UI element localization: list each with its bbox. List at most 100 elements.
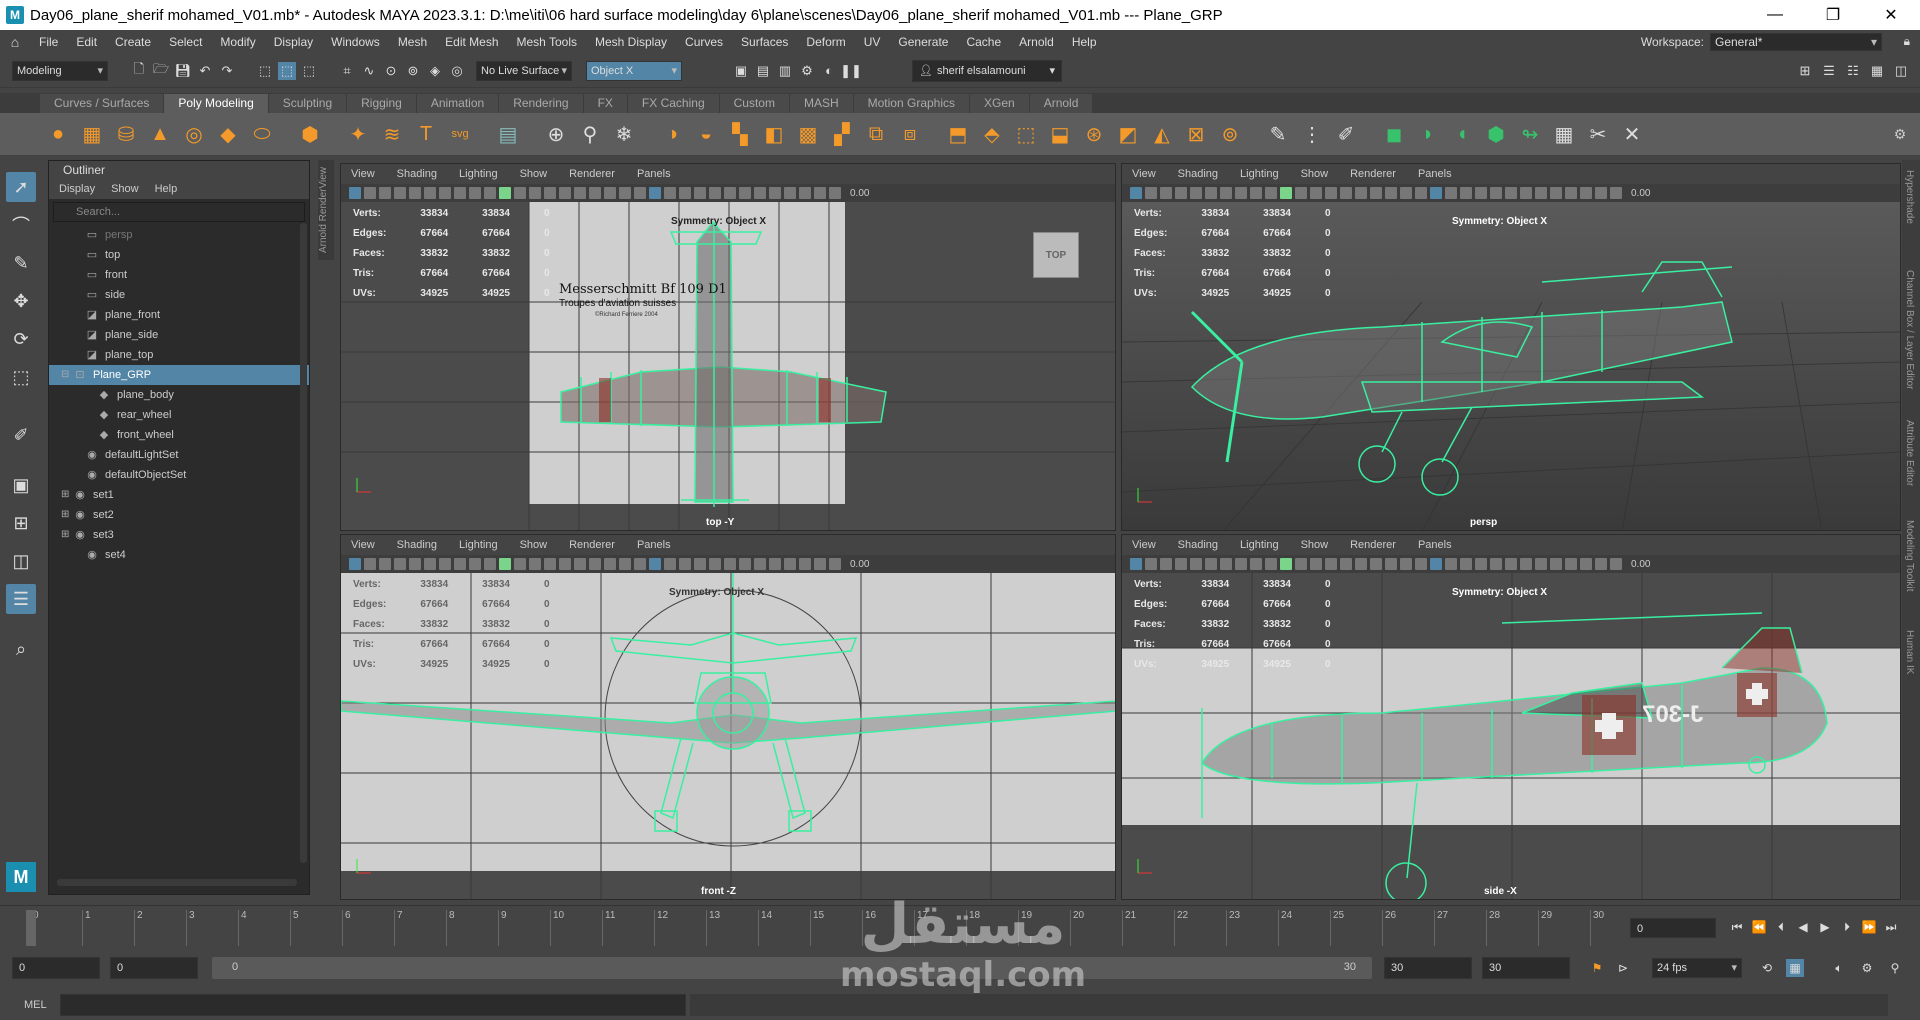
edge-loop-icon[interactable]: ⋮ bbox=[1298, 120, 1326, 148]
play-backward-icon[interactable]: ◀ bbox=[1794, 918, 1812, 936]
render-settings-icon[interactable]: ⚙ bbox=[798, 62, 816, 80]
outliner-item[interactable]: ⊟ ⊡ Plane_GRP bbox=[49, 365, 309, 385]
menu-create[interactable]: Create bbox=[106, 35, 160, 49]
panel-menu-shading[interactable]: Shading bbox=[397, 535, 437, 555]
menu-file[interactable]: File bbox=[30, 35, 67, 49]
four-view-icon[interactable]: ⊞ bbox=[6, 508, 36, 538]
select-object-icon[interactable]: ⬚ bbox=[278, 61, 296, 80]
range-end-field[interactable]: 30 bbox=[1384, 957, 1472, 979]
uv-cylindrical-icon[interactable]: ◗ bbox=[1414, 120, 1442, 148]
go-to-start-icon[interactable]: ⏮ bbox=[1728, 918, 1746, 936]
human-ik-tab[interactable]: Human IK bbox=[1904, 630, 1915, 674]
freeze-transform-icon[interactable]: ⚲ bbox=[576, 120, 604, 148]
outliner-scrollbar[interactable] bbox=[300, 223, 307, 863]
select-hierarchy-icon[interactable]: ⬚ bbox=[256, 62, 274, 80]
attribute-editor-tab[interactable]: Attribute Editor bbox=[1904, 420, 1915, 486]
menu-surfaces[interactable]: Surfaces bbox=[732, 35, 797, 49]
panel-menu-panels[interactable]: Panels bbox=[1418, 164, 1452, 184]
tab-arnold[interactable]: Arnold bbox=[1029, 94, 1093, 113]
channel-box-tab[interactable]: Channel Box / Layer Editor bbox=[1904, 270, 1915, 390]
outliner-hscrollbar[interactable] bbox=[57, 879, 297, 886]
auto-key-icon[interactable]: ⚑ bbox=[1588, 959, 1606, 977]
outliner-menu-help[interactable]: Help bbox=[155, 179, 178, 199]
mirror-icon[interactable]: ⧉ bbox=[862, 120, 890, 148]
poly-cone-icon[interactable]: ▲ bbox=[146, 120, 174, 148]
panel-menu-view[interactable]: View bbox=[351, 535, 375, 555]
panel-menu-panels[interactable]: Panels bbox=[637, 535, 671, 555]
sidebar-icon[interactable]: ◫ bbox=[1892, 62, 1910, 80]
mel-input[interactable] bbox=[60, 994, 686, 1016]
panel-menu-lighting[interactable]: Lighting bbox=[459, 164, 498, 184]
outliner-item[interactable]: ◉ set4 bbox=[49, 545, 309, 565]
step-back-frame-icon[interactable]: ⏴ bbox=[1772, 918, 1790, 936]
character-set-icon[interactable]: ⚲ bbox=[1886, 959, 1904, 977]
fps-dropdown[interactable]: 24 fps bbox=[1652, 958, 1742, 978]
poly-count-icon[interactable]: ▤ bbox=[494, 120, 522, 148]
redo-icon[interactable]: ↷ bbox=[218, 62, 236, 80]
uv-sew-icon[interactable]: ✕ bbox=[1618, 120, 1646, 148]
save-scene-icon[interactable]: 💾︎ bbox=[174, 62, 192, 80]
viewport-persp[interactable]: View Shading Lighting Show Renderer Pane… bbox=[1121, 163, 1901, 531]
outliner-item[interactable]: ⊞ ◉ set3 bbox=[49, 525, 309, 545]
lasso-tool-icon[interactable]: ⌒ bbox=[6, 210, 36, 240]
channel-box-icon[interactable]: ▦ bbox=[1868, 62, 1886, 80]
ipr-render-icon[interactable]: ▥ bbox=[776, 62, 794, 80]
exposure-value[interactable]: 0.00 bbox=[1631, 188, 1650, 199]
menu-edit-mesh[interactable]: Edit Mesh bbox=[436, 35, 507, 49]
merge-icon[interactable]: ⊛ bbox=[1080, 120, 1108, 148]
poly-cube-icon[interactable]: ▦ bbox=[78, 120, 106, 148]
mel-label[interactable]: MEL bbox=[24, 999, 54, 1011]
extract-icon[interactable]: ▚ bbox=[726, 120, 754, 148]
outliner-item[interactable]: ▭ front bbox=[49, 265, 309, 285]
uv-auto-icon[interactable]: ⬢ bbox=[1482, 120, 1510, 148]
arnold-renderview-strip[interactable]: Arnold RenderView bbox=[318, 160, 334, 260]
close-button[interactable]: ✕ bbox=[1862, 0, 1920, 30]
panel-menu-panels[interactable]: Panels bbox=[637, 164, 671, 184]
panel-menu-view[interactable]: View bbox=[1132, 164, 1156, 184]
collapse-icon[interactable]: ⊠ bbox=[1182, 120, 1210, 148]
viewport-front[interactable]: View Shading Lighting Show Renderer Pane… bbox=[340, 534, 1116, 900]
audio-icon[interactable]: 🔈︎ bbox=[1830, 959, 1848, 977]
multicut-icon[interactable]: ✎ bbox=[1264, 120, 1292, 148]
panel-menu-show[interactable]: Show bbox=[520, 164, 548, 184]
bevel-icon[interactable]: ⬘ bbox=[978, 120, 1006, 148]
uv-planar-icon[interactable]: ◼ bbox=[1380, 120, 1408, 148]
combine-icon[interactable]: ◑ bbox=[658, 120, 686, 148]
cache-playback-icon[interactable]: ▦ bbox=[1786, 959, 1804, 977]
smooth-icon[interactable]: ▩ bbox=[794, 120, 822, 148]
menu-mesh[interactable]: Mesh bbox=[389, 35, 436, 49]
fill-hole-icon[interactable]: ⬚ bbox=[1012, 120, 1040, 148]
user-login-dropdown[interactable]: 👤︎ sherif elsalamouni ▾ bbox=[912, 59, 1062, 82]
viewport-top[interactable]: View Shading Lighting Show Renderer Pane… bbox=[340, 163, 1116, 531]
uv-spherical-icon[interactable]: ◖ bbox=[1448, 120, 1476, 148]
boolean-icon[interactable]: ◧ bbox=[760, 120, 788, 148]
menu-modify[interactable]: Modify bbox=[211, 35, 264, 49]
type-icon[interactable]: T bbox=[412, 120, 440, 148]
tab-xgen[interactable]: XGen bbox=[970, 94, 1029, 113]
attribute-editor-icon[interactable]: ☰ bbox=[1820, 62, 1838, 80]
undo-icon[interactable]: ↶ bbox=[196, 62, 214, 80]
menu-deform[interactable]: Deform bbox=[797, 35, 854, 49]
poly-disc-icon[interactable]: ⬭ bbox=[248, 120, 276, 148]
collapse-icon[interactable]: ⊟ bbox=[61, 365, 71, 385]
move-tool-icon[interactable]: ✥ bbox=[6, 286, 36, 316]
wedge-icon[interactable]: ◭ bbox=[1148, 120, 1176, 148]
tab-custom[interactable]: Custom bbox=[719, 94, 789, 113]
outliner-item[interactable]: ◉ defaultLightSet bbox=[49, 445, 309, 465]
viewport-side[interactable]: View Shading Lighting Show Renderer Pane… bbox=[1121, 534, 1901, 900]
range-slider-bar[interactable]: 0 30 bbox=[212, 957, 1372, 979]
current-frame-field[interactable]: 0 bbox=[1630, 918, 1716, 938]
menu-cache[interactable]: Cache bbox=[957, 35, 1010, 49]
center-pivot-icon[interactable]: ⊕ bbox=[542, 120, 570, 148]
modeling-toolkit-icon[interactable]: ⊞ bbox=[1796, 62, 1814, 80]
uv-cut-icon[interactable]: ✂ bbox=[1584, 120, 1612, 148]
panel-menu-show[interactable]: Show bbox=[1301, 164, 1329, 184]
separate-icon[interactable]: ◒ bbox=[692, 120, 720, 148]
go-to-end-icon[interactable]: ⏭ bbox=[1882, 918, 1900, 936]
panel-menu-lighting[interactable]: Lighting bbox=[459, 535, 498, 555]
menu-set-dropdown[interactable]: Modeling bbox=[12, 60, 108, 81]
uv-layout-icon[interactable]: ▦ bbox=[1550, 120, 1578, 148]
range-start-field[interactable]: 0 bbox=[110, 957, 198, 979]
outliner-menu-show[interactable]: Show bbox=[111, 179, 139, 199]
symmetry-dropdown[interactable]: Object X bbox=[586, 60, 682, 81]
